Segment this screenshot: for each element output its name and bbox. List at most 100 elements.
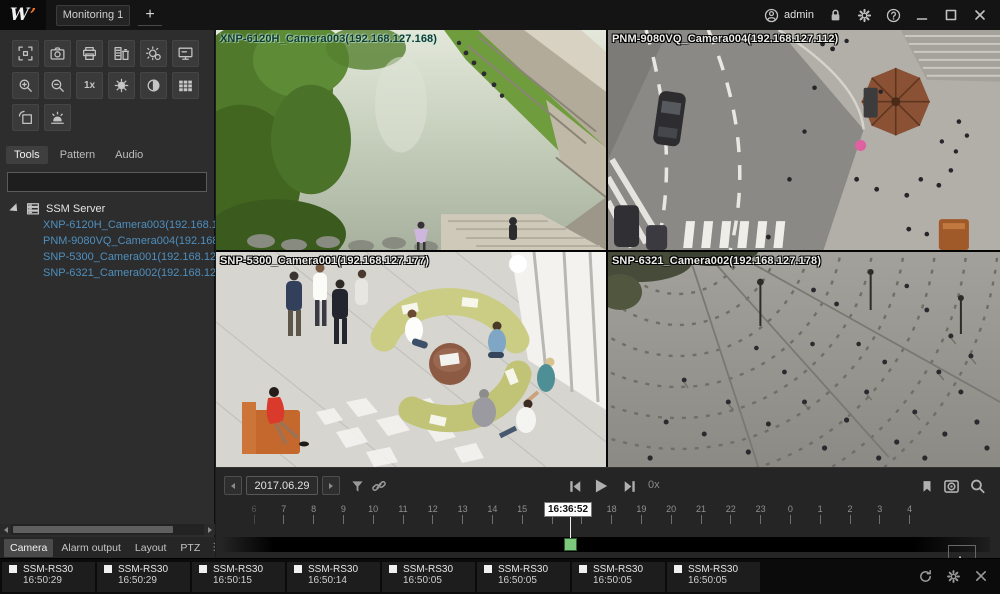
expand-triangle-icon[interactable]: [9, 203, 20, 214]
snapshot-button[interactable]: [44, 40, 71, 67]
event-time-label: 16:50:15: [199, 575, 281, 587]
scrollbar-thumb[interactable]: [13, 526, 173, 533]
event-card[interactable]: SSM-RS30 16:50:29: [2, 562, 95, 592]
hour-tick: 23: [747, 504, 775, 524]
timeline-search-icon[interactable]: [968, 477, 986, 495]
display-button[interactable]: [172, 40, 199, 67]
playhead-marker[interactable]: [564, 538, 577, 551]
maximize-button[interactable]: [943, 7, 959, 23]
delete-record-button[interactable]: [108, 40, 135, 67]
link-sync-icon[interactable]: [370, 477, 388, 495]
event-source-label: SSM-RS30: [403, 564, 453, 575]
scroll-right-icon[interactable]: [204, 524, 215, 535]
tree-search-input[interactable]: [7, 172, 207, 192]
logo-letter: W: [10, 5, 29, 25]
contrast-button[interactable]: [140, 72, 167, 99]
app-window: W’ Monitoring 1 + admin: [0, 0, 1000, 594]
event-status-icon: [199, 565, 207, 573]
event-card[interactable]: SSM-RS30 16:50:15: [192, 562, 285, 592]
event-filter-icon[interactable]: [348, 477, 366, 495]
settings-gear-icon[interactable]: [856, 7, 872, 23]
video-tile-camera002[interactable]: SNP-6321_Camera002(192.168.127.178): [608, 252, 1000, 467]
hand-off-button[interactable]: [12, 104, 39, 131]
tree-camera-001[interactable]: SNP-5300_Camera001(192.168.127.177): [0, 249, 215, 265]
step-forward-button[interactable]: [620, 477, 638, 495]
video-grid: XNP-6120H_Camera003(192.168.127.168): [216, 30, 1000, 467]
timeline-ruler[interactable]: 6 7 8 9 10 11: [216, 500, 1000, 559]
event-card[interactable]: SSM-RS30 16:50:05: [572, 562, 665, 592]
minimize-button[interactable]: [914, 7, 930, 23]
tab-pattern[interactable]: Pattern: [52, 146, 103, 164]
playhead-time-tooltip: 16:36:52: [544, 502, 592, 517]
date-next-button[interactable]: [322, 476, 340, 495]
tab-ptz[interactable]: PTZ: [174, 539, 206, 557]
tab-monitoring-1[interactable]: Monitoring 1: [56, 5, 130, 26]
user-icon: [763, 7, 779, 23]
event-settings-gear-icon[interactable]: [946, 569, 961, 584]
event-status-icon: [104, 565, 112, 573]
event-card[interactable]: SSM-RS30 16:50:29: [97, 562, 190, 592]
hour-tick: 3: [866, 504, 894, 524]
tab-tools[interactable]: Tools: [6, 146, 48, 164]
zoom-1x-button[interactable]: 1x: [76, 72, 103, 99]
add-tab-button[interactable]: +: [138, 5, 162, 26]
event-alarm-button[interactable]: [140, 40, 167, 67]
event-time-label: 16:50:14: [294, 575, 376, 587]
timeline-track[interactable]: [220, 537, 990, 552]
tree-camera-label: SNP-5300_Camera001(192.168.127.177): [43, 251, 215, 263]
event-source-label: SSM-RS30: [688, 564, 738, 575]
tree-camera-002[interactable]: SNP-6321_Camera002(192.168.127.178): [0, 265, 215, 281]
zoom-out-button[interactable]: [44, 72, 71, 99]
event-card[interactable]: SSM-RS30 16:50:05: [477, 562, 570, 592]
sidebar-horizontal-scrollbar[interactable]: [0, 524, 215, 535]
step-backward-button[interactable]: [566, 477, 584, 495]
event-time-label: 16:50:05: [579, 575, 661, 587]
video-tile-camera004[interactable]: PNM-9080VQ_Camera004(192.168.127.112): [608, 30, 1000, 250]
play-button[interactable]: [592, 477, 610, 495]
fullscreen-button[interactable]: [12, 40, 39, 67]
hour-tick: 15: [508, 504, 536, 524]
hour-tick: 4: [896, 504, 924, 524]
help-icon[interactable]: [885, 7, 901, 23]
event-status-icon: [389, 565, 397, 573]
event-source-label: SSM-RS30: [498, 564, 548, 575]
bookmark-icon[interactable]: [918, 477, 936, 495]
event-source-label: SSM-RS30: [118, 564, 168, 575]
date-picker[interactable]: 2017.06.29: [246, 476, 318, 495]
lock-icon[interactable]: [827, 7, 843, 23]
video-osd-label: XNP-6120H_Camera003(192.168.127.168): [220, 33, 437, 45]
tree-node-ssm-server[interactable]: SSM Server: [0, 200, 215, 217]
close-button[interactable]: [972, 7, 988, 23]
alarm-lamp-button[interactable]: [44, 104, 71, 131]
user-menu[interactable]: admin: [763, 7, 814, 23]
print-button[interactable]: [76, 40, 103, 67]
tab-alarm-output[interactable]: Alarm output: [55, 539, 127, 557]
tab-layout[interactable]: Layout: [129, 539, 173, 557]
video-tile-camera001[interactable]: SNP-5300_Camera001(192.168.127.177): [216, 252, 606, 467]
event-card[interactable]: SSM-RS30 16:50:05: [667, 562, 760, 592]
hour-tick: 13: [449, 504, 477, 524]
video-tile-camera003[interactable]: XNP-6120H_Camera003(192.168.127.168): [216, 30, 606, 250]
hour-tick: 19: [627, 504, 655, 524]
layout-grid-button[interactable]: [172, 72, 199, 99]
export-record-icon[interactable]: [942, 477, 960, 495]
event-refresh-icon[interactable]: [918, 569, 933, 584]
logo-accent-mark: ’: [30, 5, 36, 26]
zoom-in-button[interactable]: [12, 72, 39, 99]
event-close-icon[interactable]: [974, 569, 988, 584]
server-icon: [26, 202, 40, 216]
scroll-left-icon[interactable]: [0, 524, 11, 535]
hour-tick: 11: [389, 504, 417, 524]
tree-camera-003[interactable]: XNP-6120H_Camera003(192.168.127.168): [0, 217, 215, 233]
tree-camera-label: PNM-9080VQ_Camera004(192.168.127.112): [43, 235, 215, 247]
event-card[interactable]: SSM-RS30 16:50:05: [382, 562, 475, 592]
tree-camera-004[interactable]: PNM-9080VQ_Camera004(192.168.127.112): [0, 233, 215, 249]
date-prev-button[interactable]: [224, 476, 242, 495]
tab-camera[interactable]: Camera: [4, 539, 53, 557]
event-strip: SSM-RS30 16:50:29 SSM-RS30 16:50:29 SSM-…: [0, 558, 1000, 594]
tab-audio[interactable]: Audio: [107, 146, 151, 164]
video-frame-canal: [216, 30, 606, 250]
event-card[interactable]: SSM-RS30 16:50:14: [287, 562, 380, 592]
brightness-button[interactable]: [108, 72, 135, 99]
video-frame-plaza: [608, 252, 1000, 467]
